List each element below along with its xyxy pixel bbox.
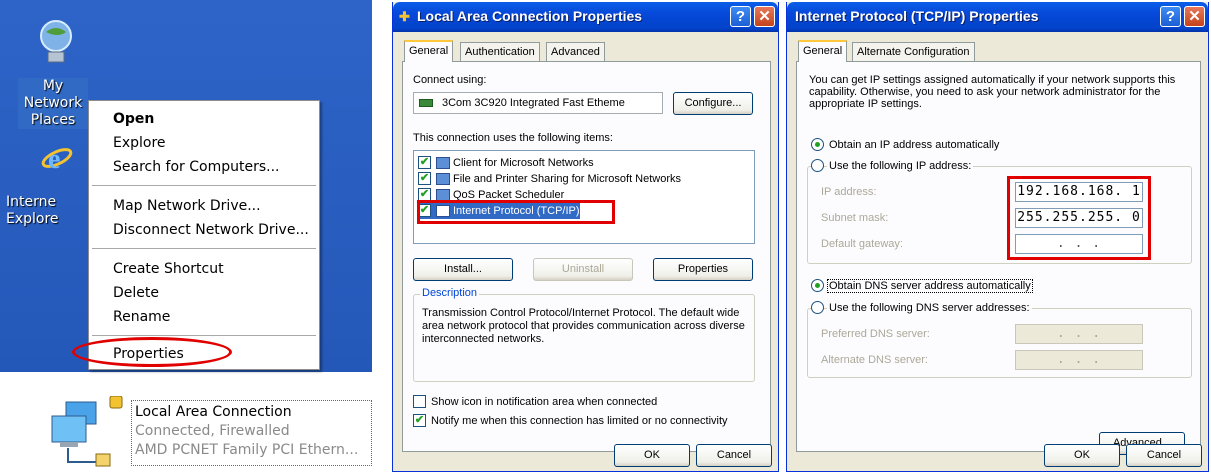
menu-item-create-shortcut[interactable]: Create Shortcut <box>113 257 224 281</box>
use-dns-label: Use the following DNS server addresses: <box>827 302 1032 314</box>
properties-button[interactable]: Properties <box>653 258 753 281</box>
use-ip-radio[interactable] <box>811 159 824 172</box>
tcpip-title: Internet Protocol (TCP/IP) Properties <box>795 8 1039 24</box>
connection-name: Local Area Connection <box>135 404 292 420</box>
network-connection-icon[interactable] <box>48 395 128 468</box>
lac-titlebar[interactable]: ✚ Local Area Connection Properties ? ✕ <box>393 2 778 32</box>
help-button[interactable]: ? <box>1160 6 1181 27</box>
show-icon-checkbox[interactable] <box>413 395 426 408</box>
menu-separator <box>92 248 316 249</box>
tab-general[interactable]: General <box>798 40 848 62</box>
properties-highlight-ellipse <box>72 337 232 367</box>
menu-item-map-network-drive[interactable]: Map Network Drive... <box>113 194 261 218</box>
subnet-mask-label: Subnet mask: <box>821 212 889 224</box>
intro-text: You can get IP settings assigned automat… <box>809 74 1176 110</box>
my-network-places-label[interactable]: My Network Places <box>18 78 88 129</box>
item-label: Client for Microsoft Networks <box>453 157 594 169</box>
general-panel: Connect using: 3Com 3C920 Integrated Fas… <box>402 61 771 452</box>
tcpip-highlight-box <box>417 200 615 224</box>
connection-device: AMD PCNET Family PCI Ethern... <box>135 442 359 458</box>
uninstall-button: Uninstall <box>533 258 633 281</box>
preferred-dns-label: Preferred DNS server: <box>821 328 930 340</box>
adapter-name: 3Com 3C920 Integrated Fast Etheme <box>442 97 625 109</box>
alternate-dns-label: Alternate DNS server: <box>821 354 928 366</box>
default-gateway-label: Default gateway: <box>821 238 903 250</box>
obtain-ip-radio[interactable] <box>811 138 824 151</box>
list-item[interactable]: ✔ File and Printer Sharing for Microsoft… <box>418 171 681 187</box>
printer-sharing-icon <box>436 173 450 186</box>
my-network-places-icon[interactable] <box>38 18 74 66</box>
item-checkbox[interactable]: ✔ <box>418 172 431 185</box>
internet-explorer-label[interactable]: Interne Explore <box>6 194 86 228</box>
menu-item-rename[interactable]: Rename <box>113 305 170 329</box>
lac-body: General Authentication Advanced Connect … <box>396 32 775 468</box>
description-group: Description Transmission Control Protoco… <box>413 287 755 382</box>
items-label: This connection uses the following items… <box>413 132 613 144</box>
help-button[interactable]: ? <box>730 6 751 27</box>
network-icon: ✚ <box>399 9 410 24</box>
close-button[interactable]: ✕ <box>1184 6 1205 27</box>
adapter-field: 3Com 3C920 Integrated Fast Etheme <box>413 92 663 114</box>
menu-item-delete[interactable]: Delete <box>113 281 159 305</box>
icon-label-line1: My Network <box>23 78 83 111</box>
tab-advanced[interactable]: Advanced <box>546 42 605 62</box>
ok-button[interactable]: OK <box>1044 444 1120 467</box>
tcpip-properties-dialog: Internet Protocol (TCP/IP) Properties ? … <box>786 2 1209 472</box>
install-button[interactable]: Install... <box>413 258 513 281</box>
menu-item-search-for-computers[interactable]: Search for Computers... <box>113 155 280 179</box>
obtain-ip-label: Obtain an IP address automatically <box>829 139 1000 151</box>
connection-details[interactable]: Local Area Connection Connected, Firewal… <box>131 400 372 466</box>
use-dns-radio[interactable] <box>811 301 824 314</box>
menu-separator <box>92 185 316 186</box>
menu-item-disconnect-network-drive[interactable]: Disconnect Network Drive... <box>113 218 309 242</box>
obtain-dns-label: Obtain DNS server address automatically <box>827 279 1033 293</box>
connect-using-label: Connect using: <box>413 74 487 86</box>
description-label: Description <box>420 287 480 299</box>
internet-explorer-icon[interactable]: e <box>40 140 74 176</box>
configure-button[interactable]: Configure... <box>673 92 753 115</box>
lac-properties-dialog: ✚ Local Area Connection Properties ? ✕ G… <box>392 2 779 472</box>
menu-separator <box>92 335 316 336</box>
show-icon-label: Show icon in notification area when conn… <box>431 396 658 408</box>
description-text: Transmission Control Protocol/Internet P… <box>422 307 745 345</box>
context-menu: Open Explore Search for Computers... Map… <box>88 100 320 370</box>
components-list: ✔ Client for Microsoft Networks ✔ File a… <box>413 150 755 244</box>
connection-status: Connected, Firewalled <box>135 423 290 439</box>
menu-item-open[interactable]: Open <box>113 107 154 131</box>
notify-checkbox[interactable]: ✔ <box>413 414 426 427</box>
alternate-dns-field: . . . <box>1015 350 1143 370</box>
svg-text:e: e <box>48 144 60 175</box>
tab-authentication[interactable]: Authentication <box>460 42 540 62</box>
ip-address-label: IP address: <box>821 186 877 198</box>
use-ip-label: Use the following IP address: <box>827 160 974 172</box>
lac-title: Local Area Connection Properties <box>417 8 643 24</box>
network-card-icon <box>419 99 433 107</box>
close-button[interactable]: ✕ <box>754 6 775 27</box>
cancel-button[interactable]: Cancel <box>1126 444 1202 467</box>
ip-settings-highlight-box <box>1007 176 1151 260</box>
menu-item-explore[interactable]: Explore <box>113 131 166 155</box>
cancel-button[interactable]: Cancel <box>696 444 772 467</box>
list-item[interactable]: ✔ Client for Microsoft Networks <box>418 155 594 171</box>
icon-label-line2: Places <box>30 112 76 128</box>
client-icon <box>436 157 450 170</box>
preferred-dns-field: . . . <box>1015 324 1143 344</box>
tab-alternate-configuration[interactable]: Alternate Configuration <box>852 42 975 62</box>
general-panel: You can get IP settings assigned automat… <box>796 61 1201 455</box>
tab-general[interactable]: General <box>404 40 454 62</box>
item-checkbox[interactable]: ✔ <box>418 156 431 169</box>
ok-button[interactable]: OK <box>614 444 690 467</box>
icon-label-line2: Explore <box>6 211 59 227</box>
item-label: File and Printer Sharing for Microsoft N… <box>453 173 682 185</box>
tcpip-body: General Alternate Configuration You can … <box>790 32 1205 468</box>
tcpip-titlebar[interactable]: Internet Protocol (TCP/IP) Properties ? … <box>787 2 1208 32</box>
icon-label-line1: Interne <box>6 194 57 210</box>
notify-label: Notify me when this connection has limit… <box>431 415 728 427</box>
obtain-dns-radio[interactable] <box>811 279 824 292</box>
